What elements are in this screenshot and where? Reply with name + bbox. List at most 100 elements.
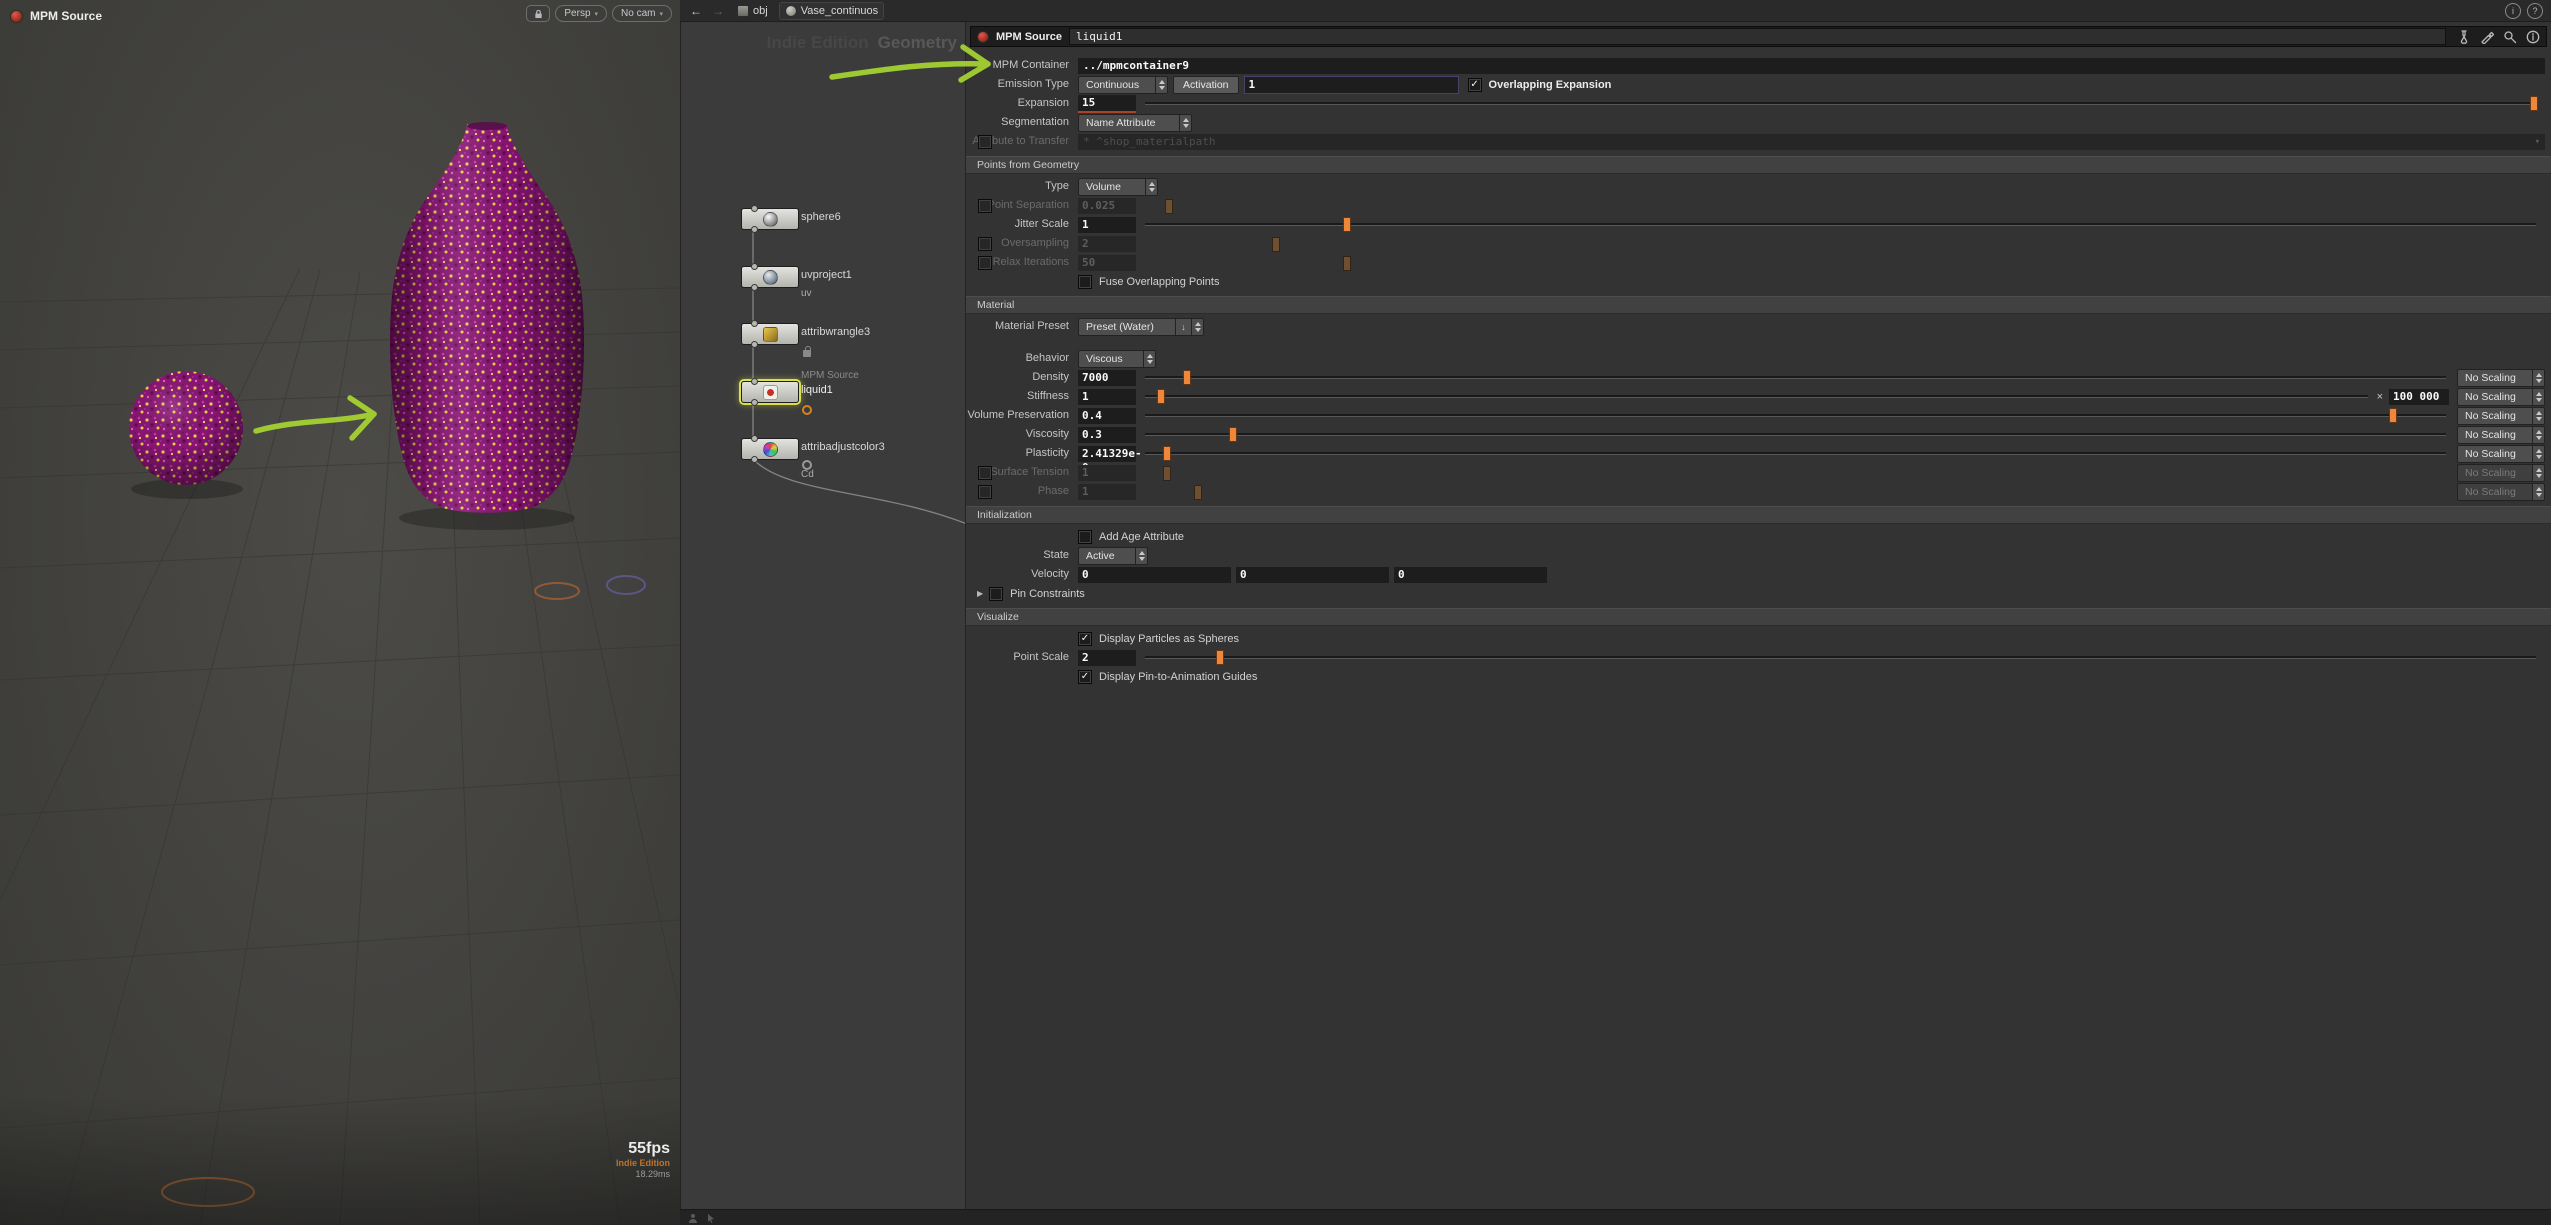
state-select[interactable]: Active	[1078, 547, 1136, 565]
plasticity-scale-select[interactable]: No Scaling	[2457, 445, 2533, 463]
stiffness-multiplier-field[interactable]: 100 000	[2389, 389, 2449, 405]
density-slider-handle[interactable]	[1183, 370, 1191, 385]
mpm-container-field[interactable]: ../mpmcontainer9	[1078, 58, 2545, 74]
stiffness-field[interactable]: 1	[1078, 389, 1136, 405]
segmentation-spinner[interactable]	[1180, 114, 1192, 132]
behavior-select[interactable]: Viscous	[1078, 350, 1144, 368]
viscosity-scale-spinner[interactable]	[2533, 426, 2545, 444]
plasticity-scale-spinner[interactable]	[2533, 445, 2545, 463]
forward-button[interactable]: →	[710, 3, 726, 19]
viscosity-slider[interactable]	[1145, 433, 2446, 436]
stiffness-slider-handle[interactable]	[1157, 389, 1165, 404]
activation-field[interactable]: 1	[1244, 76, 1459, 94]
density-slider[interactable]	[1145, 376, 2446, 379]
collapse-triangle-icon[interactable]: ▶	[977, 589, 983, 598]
viewport-3d[interactable]: MPM Source Persp ▾ No cam ▾ 55fps Indie …	[0, 0, 680, 1225]
expansion-slider[interactable]	[1145, 102, 2536, 105]
section-visualize[interactable]: Visualize	[966, 608, 2551, 626]
state-spinner[interactable]	[1136, 547, 1148, 565]
material-preset-spinner[interactable]	[1192, 318, 1204, 336]
search-icon[interactable]	[2503, 30, 2517, 44]
back-button[interactable]: ←	[688, 3, 704, 19]
input-connector[interactable]	[751, 205, 758, 212]
volume-preservation-field[interactable]: 0.4	[1078, 408, 1136, 424]
info-circle-icon[interactable]	[2526, 30, 2540, 44]
relax-iterations-toggle[interactable]	[978, 256, 992, 270]
node-uvproject1[interactable]	[741, 266, 799, 288]
fuse-overlapping-checkbox[interactable]	[1078, 275, 1092, 289]
add-age-checkbox[interactable]	[1078, 530, 1092, 544]
viscosity-scale-select[interactable]: No Scaling	[2457, 426, 2533, 444]
no-cam-button[interactable]: No cam ▾	[612, 5, 672, 22]
node-name-input[interactable]: liquid1	[1069, 28, 2446, 45]
input-connector[interactable]	[751, 320, 758, 327]
select-cursor-icon[interactable]	[706, 1213, 716, 1223]
velocity-z-field[interactable]: 0	[1394, 567, 1547, 583]
jitter-scale-field[interactable]: 1	[1078, 217, 1136, 233]
attribute-transfer-toggle[interactable]	[978, 135, 992, 149]
jitter-scale-slider-handle[interactable]	[1343, 217, 1351, 232]
section-initialization[interactable]: Initialization	[966, 506, 2551, 524]
node-attribadjustcolor3[interactable]	[741, 438, 799, 460]
velocity-y-field[interactable]: 0	[1236, 567, 1389, 583]
node-attribwrangle3[interactable]	[741, 323, 799, 345]
output-connector[interactable]	[751, 456, 758, 463]
jitter-scale-slider[interactable]	[1145, 223, 2536, 226]
velocity-x-field[interactable]: 0	[1078, 567, 1231, 583]
plasticity-field[interactable]: 2.41329e-0	[1078, 446, 1136, 462]
point-scale-slider[interactable]	[1145, 656, 2536, 659]
output-connector[interactable]	[751, 399, 758, 406]
particle-sphere[interactable]	[129, 371, 243, 485]
output-connector[interactable]	[751, 341, 758, 348]
stiffness-scale-spinner[interactable]	[2533, 388, 2545, 406]
display-pin-guides-checkbox[interactable]: ✓	[1078, 670, 1092, 684]
point-scale-slider-handle[interactable]	[1216, 650, 1224, 665]
viscosity-field[interactable]: 0.3	[1078, 427, 1136, 443]
emission-type-spinner[interactable]	[1156, 76, 1168, 94]
user-icon[interactable]	[688, 1213, 698, 1223]
input-connector[interactable]	[751, 263, 758, 270]
section-material[interactable]: Material	[966, 296, 2551, 314]
plasticity-slider-handle[interactable]	[1163, 446, 1171, 461]
overlapping-expansion-checkbox[interactable]: ✓	[1468, 78, 1482, 92]
volume-preservation-slider[interactable]	[1145, 414, 2446, 417]
node-sphere6[interactable]	[741, 208, 799, 230]
flask-icon[interactable]	[2457, 30, 2471, 44]
activation-mode-button[interactable]: Activation	[1173, 76, 1239, 94]
section-points-from-geometry[interactable]: Points from Geometry	[966, 156, 2551, 174]
display-particles-checkbox[interactable]: ✓	[1078, 632, 1092, 646]
pin-constraints-checkbox[interactable]	[989, 587, 1003, 601]
oversampling-toggle[interactable]	[978, 237, 992, 251]
viscosity-slider-handle[interactable]	[1229, 427, 1237, 442]
point-scale-field[interactable]: 2	[1078, 650, 1136, 666]
stiffness-slider[interactable]	[1145, 395, 2368, 398]
network-editor[interactable]: Indie Edition Geometry sphere6 uvproj	[680, 22, 965, 1209]
input-connector[interactable]	[751, 435, 758, 442]
phase-toggle[interactable]	[978, 485, 992, 499]
density-scale-spinner[interactable]	[2533, 369, 2545, 387]
material-preset-select[interactable]: Preset (Water)	[1078, 318, 1176, 336]
help-button[interactable]: ?	[2527, 3, 2543, 19]
expansion-field[interactable]: 15	[1078, 95, 1136, 113]
breadcrumb-root[interactable]: obj	[732, 3, 773, 19]
type-spinner[interactable]	[1146, 178, 1158, 196]
stiffness-scale-select[interactable]: No Scaling	[2457, 388, 2533, 406]
surface-tension-toggle[interactable]	[978, 466, 992, 480]
emission-type-select[interactable]: Continuous	[1078, 76, 1156, 94]
output-connector[interactable]	[751, 226, 758, 233]
plasticity-slider[interactable]	[1145, 452, 2446, 455]
type-select[interactable]: Volume	[1078, 178, 1146, 196]
persp-view-button[interactable]: Persp ▾	[555, 5, 607, 22]
apply-preset-button[interactable]: ↓	[1176, 318, 1192, 336]
info-button[interactable]: i	[2505, 3, 2521, 19]
brush-icon[interactable]	[2480, 30, 2494, 44]
volume-preservation-slider-handle[interactable]	[2389, 408, 2397, 423]
input-connector[interactable]	[751, 378, 758, 385]
node-liquid1[interactable]	[741, 381, 799, 403]
segmentation-select[interactable]: Name Attribute	[1078, 114, 1180, 132]
breadcrumb-node[interactable]: Vase_continuos	[779, 2, 884, 20]
bypass-badge-icon[interactable]	[802, 405, 812, 415]
density-field[interactable]: 7000	[1078, 370, 1136, 386]
volume-preservation-scale-spinner[interactable]	[2533, 407, 2545, 425]
density-scale-select[interactable]: No Scaling	[2457, 369, 2533, 387]
